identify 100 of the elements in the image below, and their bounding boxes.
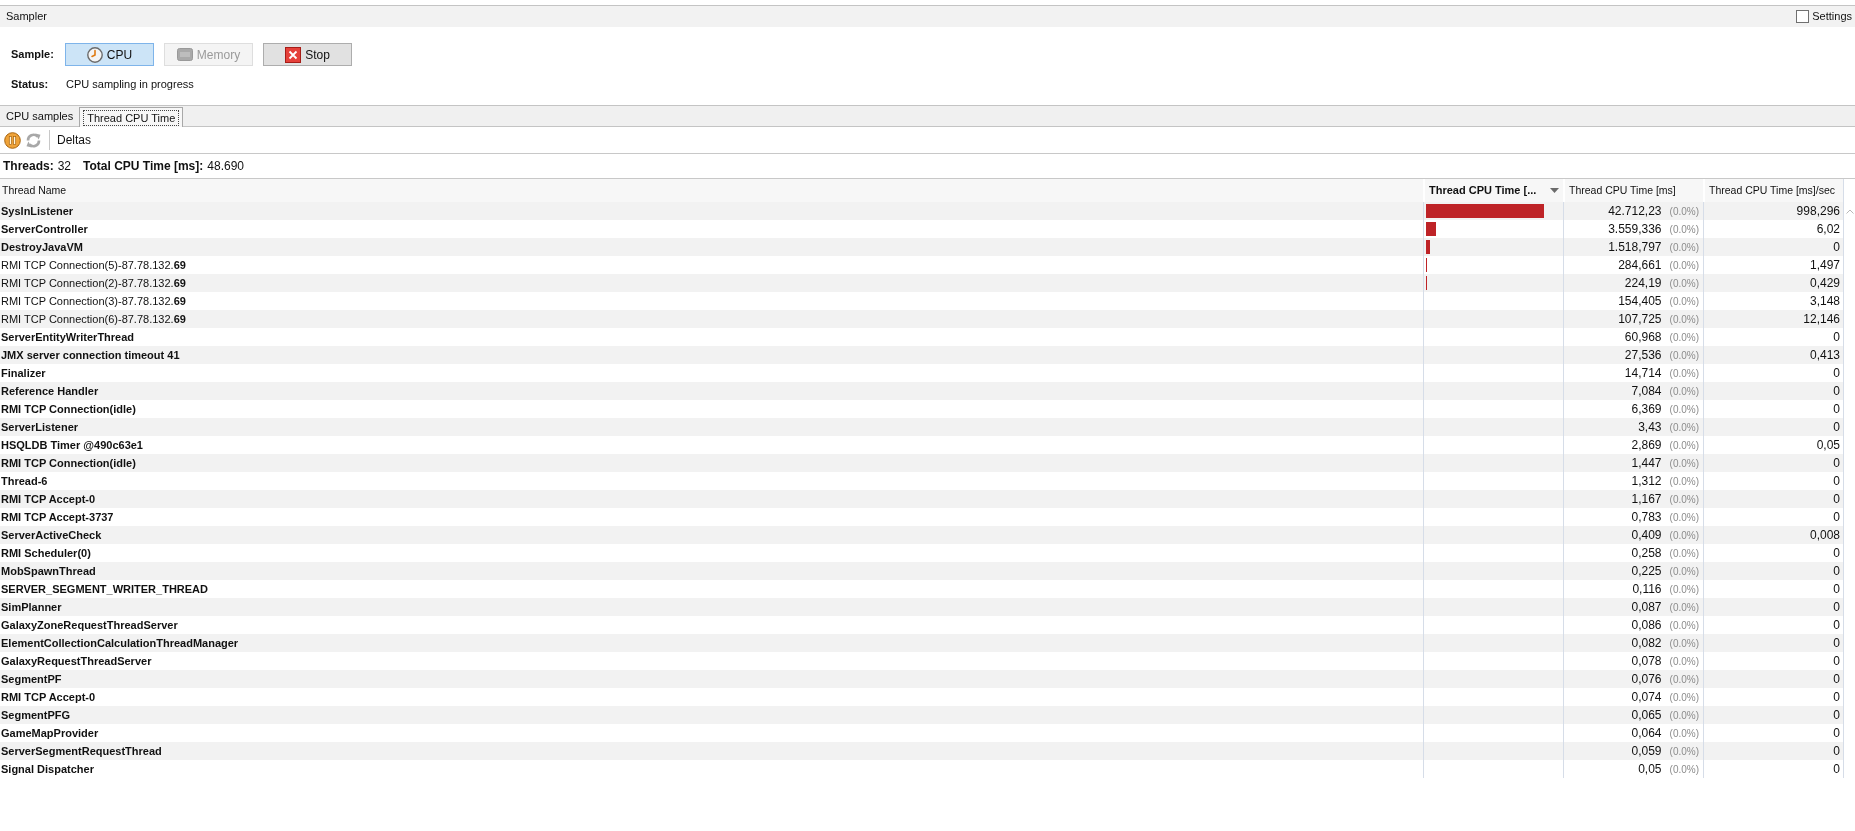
thread-name: RMI TCP Accept-0 bbox=[1, 689, 96, 705]
column-header[interactable]: Thread CPU Time [ms]/sec bbox=[1703, 179, 1843, 202]
thread-row[interactable]: DestroyJavaVM 1.518,797 (0.0%) 0 bbox=[0, 238, 1843, 256]
cpu-time-percent: (0.0%) bbox=[1669, 654, 1699, 669]
cpu-time-value: 0,078 bbox=[1631, 653, 1662, 670]
column-header[interactable]: Thread CPU Time [ms] bbox=[1563, 179, 1703, 202]
thread-row[interactable]: ServerActiveCheck 0,409 (0.0%) 0,008 bbox=[0, 526, 1843, 544]
cpu-time-percent: (0.0%) bbox=[1669, 726, 1699, 741]
thread-name: Finalizer bbox=[1, 365, 46, 381]
thread-row[interactable]: Thread-6 1,312 (0.0%) 0 bbox=[0, 472, 1843, 490]
column-header[interactable]: Thread CPU Time [... bbox=[1423, 179, 1563, 202]
cpu-time-percent: (0.0%) bbox=[1669, 330, 1699, 345]
thread-name: ServerEntityWriterThread bbox=[1, 329, 135, 345]
thread-name: SimPlanner bbox=[1, 599, 62, 615]
cpu-time-value: 224,19 bbox=[1624, 275, 1662, 292]
thread-row[interactable]: MobSpawnThread 0,225 (0.0%) 0 bbox=[0, 562, 1843, 580]
cpu-time-value: 0,082 bbox=[1631, 635, 1662, 652]
thread-name: GalaxyRequestThreadServer bbox=[1, 653, 152, 669]
column-header[interactable]: Thread Name bbox=[0, 179, 1423, 202]
thread-row[interactable]: GalaxyRequestThreadServer 0,078 (0.0%) 0 bbox=[0, 652, 1843, 670]
pause-icon[interactable] bbox=[4, 131, 21, 149]
thread-name: GalaxyZoneRequestThreadServer bbox=[1, 617, 178, 633]
thread-row[interactable]: GalaxyZoneRequestThreadServer 0,086 (0.0%) 0 bbox=[0, 616, 1843, 634]
cpu-time-rate: 0 bbox=[1833, 491, 1840, 508]
cpu-time-value: 0,076 bbox=[1631, 671, 1662, 688]
thread-name: JMX server connection timeout 41 bbox=[1, 347, 180, 363]
cpu-time-value: 42.712,23 bbox=[1608, 203, 1662, 220]
cpu-time-percent: (0.0%) bbox=[1669, 474, 1699, 489]
thread-name: Signal Dispatcher bbox=[1, 761, 94, 777]
cpu-time-rate: 0 bbox=[1833, 545, 1840, 562]
cpu-time-percent: (0.0%) bbox=[1669, 312, 1699, 327]
deltas-toggle[interactable]: Deltas bbox=[54, 130, 94, 150]
thread-row[interactable]: Reference Handler 7,084 (0.0%) 0 bbox=[0, 382, 1843, 400]
thread-row[interactable]: Signal Dispatcher 0,05 (0.0%) 0 bbox=[0, 760, 1843, 778]
thread-row[interactable]: RMI TCP Connection(idle) 1,447 (0.0%) 0 bbox=[0, 454, 1843, 472]
cpu-time-value: 0,064 bbox=[1631, 725, 1662, 742]
scroll-up-icon[interactable] bbox=[1845, 209, 1854, 214]
thread-name: ServerSegmentRequestThread bbox=[1, 743, 162, 759]
thread-row[interactable]: SegmentPF 0,076 (0.0%) 0 bbox=[0, 670, 1843, 688]
cpu-time-value: 0,409 bbox=[1631, 527, 1662, 544]
stop-button[interactable]: Stop bbox=[263, 43, 352, 66]
summary-label: Total CPU Time [ms]: bbox=[83, 158, 204, 175]
thread-row[interactable]: ServerController 3.559,336 (0.0%) 6,02 bbox=[0, 220, 1843, 238]
thread-row[interactable]: HSQLDB Timer @490c63e1 2,869 (0.0%) 0,05 bbox=[0, 436, 1843, 454]
thread-row[interactable]: RMI Scheduler(0) 0,258 (0.0%) 0 bbox=[0, 544, 1843, 562]
thread-row[interactable]: GameMapProvider 0,064 (0.0%) 0 bbox=[0, 724, 1843, 742]
cpu-time-percent: (0.0%) bbox=[1669, 348, 1699, 363]
cpu-time-percent: (0.0%) bbox=[1669, 528, 1699, 543]
thread-row[interactable]: SimPlanner 0,087 (0.0%) 0 bbox=[0, 598, 1843, 616]
cpu-time-rate: 0 bbox=[1833, 239, 1840, 256]
sample-label: Sample: bbox=[11, 47, 55, 63]
cpu-time-percent: (0.0%) bbox=[1669, 402, 1699, 417]
cpu-time-rate: 0 bbox=[1833, 509, 1840, 526]
thread-row[interactable]: RMI TCP Accept-0 1,167 (0.0%) 0 bbox=[0, 490, 1843, 508]
cpu-time-rate: 3,148 bbox=[1809, 293, 1840, 310]
cpu-time-value: 154,405 bbox=[1618, 293, 1662, 310]
cpu-time-percent: (0.0%) bbox=[1669, 240, 1699, 255]
thread-name: Reference Handler bbox=[1, 383, 99, 399]
thread-row[interactable]: ElementCollectionCalculationThreadManager 0,082 (0.0%) 0 bbox=[0, 634, 1843, 652]
settings-label[interactable]: Settings bbox=[1812, 8, 1852, 25]
cpu-time-rate: 0 bbox=[1833, 743, 1840, 760]
cpu-time-rate: 0 bbox=[1833, 401, 1840, 418]
tab[interactable]: CPU samples bbox=[0, 106, 80, 126]
thread-row[interactable]: SegmentPFG 0,065 (0.0%) 0 bbox=[0, 706, 1843, 724]
cpu-time-percent: (0.0%) bbox=[1669, 420, 1699, 435]
summary-label: Threads: bbox=[3, 158, 54, 175]
thread-row[interactable]: SysInListener 42.712,23 (0.0%) 998,296 bbox=[0, 202, 1843, 220]
cpu-time-rate: 998,296 bbox=[1796, 203, 1840, 220]
cpu-time-rate: 1,497 bbox=[1809, 257, 1840, 274]
cpu-time-percent: (0.0%) bbox=[1669, 708, 1699, 723]
cpu-time-value: 0,05 bbox=[1638, 761, 1662, 778]
thread-row[interactable]: RMI TCP Accept-3737 0,783 (0.0%) 0 bbox=[0, 508, 1843, 526]
clock-icon bbox=[86, 46, 103, 63]
cpu-time-rate: 0 bbox=[1833, 635, 1840, 652]
thread-row[interactable]: RMI TCP Connection(idle) 6,369 (0.0%) 0 bbox=[0, 400, 1843, 418]
thread-row[interactable]: RMI TCP Connection(5)-87.78.132.69 284,661 (0.0%) 1,497 bbox=[0, 256, 1843, 274]
cpu-time-percent: (0.0%) bbox=[1669, 384, 1699, 399]
cpu-time-rate: 0 bbox=[1833, 455, 1840, 472]
thread-row[interactable]: ServerListener 3,43 (0.0%) 0 bbox=[0, 418, 1843, 436]
thread-row[interactable]: RMI TCP Connection(3)-87.78.132.69 154,405 (0.0%) 3,148 bbox=[0, 292, 1843, 310]
thread-row[interactable]: RMI TCP Accept-0 0,074 (0.0%) 0 bbox=[0, 688, 1843, 706]
settings-checkbox[interactable] bbox=[1796, 10, 1810, 23]
thread-name: ServerActiveCheck bbox=[1, 527, 102, 543]
cpu-time-percent: (0.0%) bbox=[1669, 510, 1699, 525]
cpu-time-percent: (0.0%) bbox=[1669, 438, 1699, 453]
thread-row[interactable]: Finalizer 14,714 (0.0%) 0 bbox=[0, 364, 1843, 382]
thread-row[interactable]: RMI TCP Connection(2)-87.78.132.69 224,19 (0.0%) 0,429 bbox=[0, 274, 1843, 292]
thread-row[interactable]: ServerEntityWriterThread 60,968 (0.0%) 0 bbox=[0, 328, 1843, 346]
sample-mode-button[interactable]: CPU bbox=[65, 43, 154, 66]
cpu-time-rate: 0 bbox=[1833, 617, 1840, 634]
tab[interactable]: Thread CPU Time bbox=[79, 107, 184, 127]
thread-name: RMI TCP Connection(3)-87.78.132.69 bbox=[1, 293, 186, 309]
cpu-time-percent: (0.0%) bbox=[1669, 636, 1699, 651]
thread-row[interactable]: SERVER_SEGMENT_WRITER_THREAD 0,116 (0.0%) 0 bbox=[0, 580, 1843, 598]
thread-row[interactable]: RMI TCP Connection(6)-87.78.132.69 107,725 (0.0%) 12,146 bbox=[0, 310, 1843, 328]
cpu-time-rate: 0 bbox=[1833, 599, 1840, 616]
thread-row[interactable]: JMX server connection timeout 41 27,536 (0.0%) 0,413 bbox=[0, 346, 1843, 364]
thread-row[interactable]: ServerSegmentRequestThread 0,059 (0.0%) 0 bbox=[0, 742, 1843, 760]
cpu-time-value: 1,167 bbox=[1631, 491, 1662, 508]
cpu-time-rate: 12,146 bbox=[1803, 311, 1840, 328]
